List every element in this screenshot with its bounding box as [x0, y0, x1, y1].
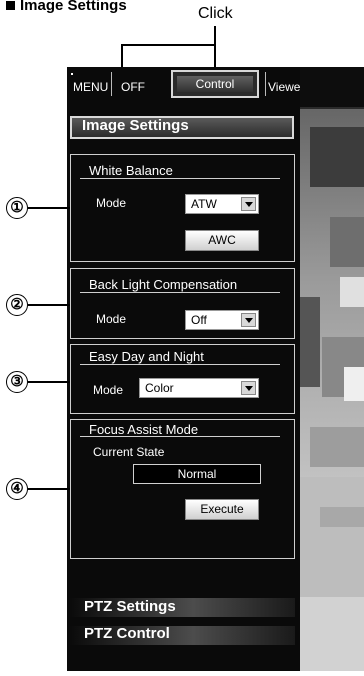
white-balance-mode-value: ATW	[191, 197, 217, 211]
image-settings-header: Image Settings	[82, 117, 189, 134]
page-heading: Image Settings	[20, 0, 127, 14]
day-night-title: Easy Day and Night	[89, 349, 204, 364]
control-tab-label: Control	[177, 76, 253, 92]
menu-divider	[111, 72, 112, 96]
callout-1: ①	[6, 197, 28, 219]
backlight-mode-label: Mode	[96, 312, 127, 326]
ptz-control-label: PTZ Control	[84, 625, 170, 642]
white-balance-mode-label: Mode	[96, 196, 127, 210]
execute-button[interactable]: Execute	[185, 499, 259, 520]
chevron-down-icon	[241, 381, 256, 395]
white-balance-underline	[80, 178, 280, 179]
day-night-mode-label: Mode	[93, 383, 124, 397]
callout-2-leader	[28, 304, 70, 306]
backlight-mode-select[interactable]: Off	[185, 310, 259, 330]
camera-scene-image	[300, 67, 364, 671]
focus-assist-underline	[80, 436, 280, 437]
viewer-setup-divider	[265, 72, 266, 96]
white-balance-title: White Balance	[89, 163, 173, 178]
day-night-underline	[80, 364, 280, 365]
day-night-mode-value: Color	[145, 381, 174, 395]
awc-button[interactable]: AWC	[185, 230, 259, 251]
callout-3-leader	[28, 381, 70, 383]
chevron-down-icon	[241, 197, 256, 211]
camera-view	[300, 67, 364, 671]
ptz-settings-label: PTZ Settings	[84, 598, 176, 615]
backlight-title: Back Light Compensation	[89, 277, 238, 292]
heading-bullet	[6, 1, 15, 10]
callout-2: ②	[6, 294, 28, 316]
day-night-mode-select[interactable]: Color	[139, 378, 259, 398]
menu-dot	[71, 73, 73, 75]
control-tab[interactable]: Control	[171, 70, 259, 98]
click-annotation: Click	[198, 5, 233, 22]
callout-3: ③	[6, 371, 28, 393]
focus-assist-state-value: Normal	[133, 464, 261, 484]
focus-assist-section	[70, 419, 295, 559]
menu-label[interactable]: MENU	[73, 80, 108, 94]
backlight-mode-value: Off	[191, 313, 207, 327]
click-leader-vertical	[214, 26, 216, 44]
white-balance-mode-select[interactable]: ATW	[185, 194, 259, 214]
click-leader-horizontal	[121, 44, 216, 46]
callout-1-leader	[28, 207, 70, 209]
menu-off-toggle[interactable]: OFF	[121, 80, 145, 94]
focus-assist-state-label: Current State	[93, 445, 165, 459]
callout-4: ④	[6, 478, 28, 500]
backlight-underline	[80, 292, 280, 293]
callout-4-leader	[28, 488, 70, 490]
chevron-down-icon	[241, 313, 256, 327]
focus-assist-title: Focus Assist Mode	[89, 422, 199, 437]
